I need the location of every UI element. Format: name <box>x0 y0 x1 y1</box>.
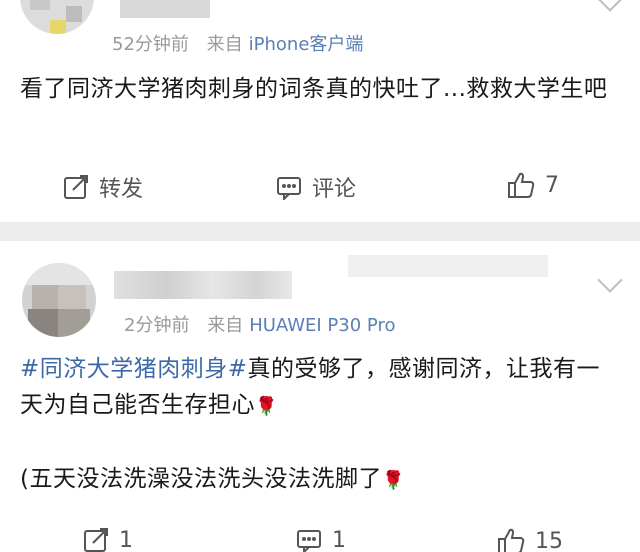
source-prefix: 来自 <box>207 315 244 336</box>
share-edit-icon <box>84 528 108 552</box>
post-text: 看了同济大学猪肉刺身的词条真的快吐了...救救大学生吧 <box>20 76 608 102</box>
post-meta: 2分钟前 来自 HUAWEI P30 Pro <box>124 311 395 337</box>
like-button[interactable]: 7 <box>507 171 559 199</box>
comment-icon <box>277 177 301 200</box>
source-prefix: 来自 <box>206 34 243 55</box>
comment-button[interactable]: 评论 <box>276 171 356 203</box>
username-blurred[interactable] <box>114 271 292 299</box>
comment-button[interactable]: 1 <box>296 527 346 552</box>
rose-emoji: 🌹 <box>381 470 405 491</box>
action-bar: 转发 评论 7 <box>0 171 640 211</box>
chevron-down-icon[interactable] <box>597 267 623 293</box>
post-time: 52分钟前 <box>112 34 189 55</box>
comment-label: 评论 <box>312 177 357 202</box>
chevron-down-icon[interactable] <box>597 0 623 12</box>
post-meta: 52分钟前 来自 iPhone客户端 <box>112 30 363 56</box>
card-separator <box>0 222 640 241</box>
blurred-element <box>348 255 548 277</box>
post-source[interactable]: iPhone客户端 <box>249 34 364 55</box>
thumbs-up-icon <box>498 528 525 552</box>
post-time: 2分钟前 <box>124 315 190 336</box>
comment-count: 1 <box>332 527 346 552</box>
like-count: 15 <box>535 528 563 552</box>
avatar[interactable] <box>20 0 94 34</box>
repost-button[interactable]: 转发 <box>63 171 143 203</box>
avatar[interactable] <box>22 263 96 337</box>
repost-label: 转发 <box>99 177 144 202</box>
rose-emoji: 🌹 <box>255 396 278 417</box>
action-bar: 1 1 15 <box>0 527 640 552</box>
repost-count: 1 <box>119 527 133 552</box>
post-text-line2: (五天没法洗澡没法洗头没法洗脚了 <box>20 466 382 492</box>
post-source[interactable]: HUAWEI P30 Pro <box>249 315 395 336</box>
repost-button[interactable]: 1 <box>83 527 133 552</box>
share-edit-icon <box>64 175 88 199</box>
username-blurred[interactable] <box>120 0 210 18</box>
comment-icon <box>297 530 321 552</box>
thumbs-up-icon <box>508 172 535 198</box>
post-content: 看了同济大学猪肉刺身的词条真的快吐了...救救大学生吧 <box>20 71 620 107</box>
post-content: #同济大学猪肉刺身#真的受够了，感谢同济，让我有一天为自己能否生存担心🌹 (五天… <box>20 351 620 499</box>
post-card-2: 2分钟前 来自 HUAWEI P30 Pro #同济大学猪肉刺身#真的受够了，感谢… <box>0 241 640 552</box>
topic-link[interactable]: #同济大学猪肉刺身# <box>20 356 248 382</box>
post-card-1: 52分钟前 来自 iPhone客户端 看了同济大学猪肉刺身的词条真的快吐了...救… <box>0 0 640 222</box>
like-count: 7 <box>545 172 559 198</box>
like-button[interactable]: 15 <box>497 527 563 552</box>
